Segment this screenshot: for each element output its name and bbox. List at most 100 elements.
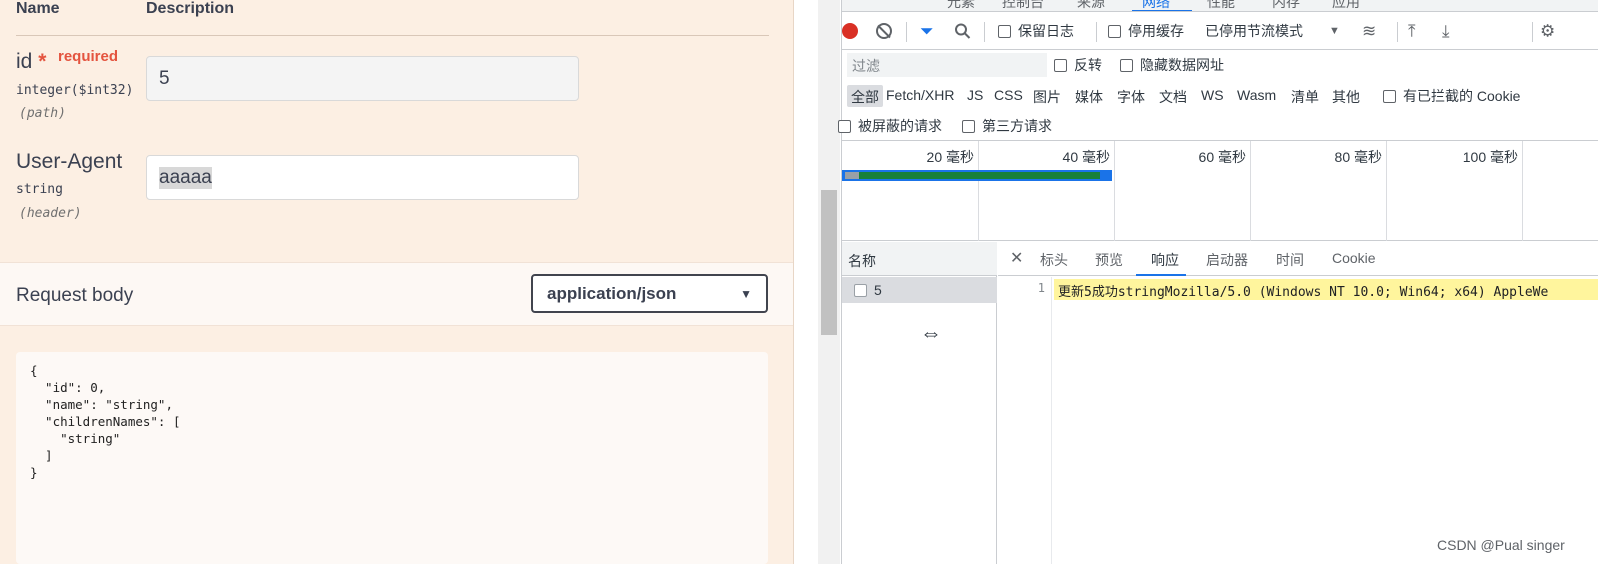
type-filter-media[interactable]: 媒体 bbox=[1071, 85, 1107, 107]
tab-initiator[interactable]: 启动器 bbox=[1206, 250, 1248, 270]
document-icon bbox=[854, 283, 867, 297]
scrollbar-thumb[interactable] bbox=[821, 190, 837, 335]
timeline-label: 60 毫秒 bbox=[1198, 149, 1246, 165]
network-conditions-button[interactable]: ≋ bbox=[1362, 23, 1376, 40]
id-input[interactable]: 5 bbox=[146, 56, 579, 101]
request-body-label: Request body bbox=[16, 285, 134, 306]
param-id-type: integer($int32) bbox=[16, 83, 134, 98]
chevron-down-icon: ▼ bbox=[740, 286, 752, 301]
user-agent-input-value: aaaaa bbox=[159, 166, 212, 189]
id-input-value: 5 bbox=[159, 67, 170, 89]
required-star: * bbox=[38, 50, 47, 73]
column-header-name[interactable]: 名称 bbox=[842, 242, 997, 276]
filter-input[interactable]: 过滤 bbox=[847, 53, 1047, 77]
upload-icon: ⤒ bbox=[1408, 21, 1416, 41]
request-name: 5 bbox=[874, 282, 882, 298]
timeline-request-bar bbox=[842, 170, 1112, 181]
tab-performance[interactable]: 性能 bbox=[1207, 0, 1235, 11]
wifi-settings-icon: ≋ bbox=[1362, 21, 1377, 41]
type-filter-js[interactable]: JS bbox=[963, 85, 987, 107]
param-user-agent-name: User-Agent bbox=[16, 150, 123, 173]
tab-elements[interactable]: 元素 bbox=[947, 0, 975, 11]
timeline-label: 100 毫秒 bbox=[1462, 149, 1518, 165]
content-type-value: application/json bbox=[547, 283, 677, 303]
tab-application[interactable]: 应用 bbox=[1332, 0, 1360, 11]
type-filter-doc[interactable]: 文档 bbox=[1155, 85, 1191, 107]
throttling-select[interactable]: 已停用节流模式 ▼ bbox=[1205, 21, 1340, 41]
close-icon[interactable]: ✕ bbox=[1010, 248, 1023, 268]
checkbox bbox=[998, 24, 1011, 38]
timeline-wait-segment bbox=[845, 172, 859, 179]
resource-type-filters: 全部 Fetch/XHR JS CSS 图片 媒体 字体 文档 WS Wasm … bbox=[842, 80, 1598, 111]
hide-data-urls-checkbox[interactable]: 隐藏数据网址 bbox=[1120, 55, 1224, 75]
type-filter-font[interactable]: 字体 bbox=[1113, 85, 1149, 107]
search-icon bbox=[955, 23, 971, 39]
blocked-requests-checkbox[interactable]: 被屏蔽的请求 bbox=[838, 116, 942, 136]
toolbar-separator bbox=[1532, 22, 1533, 42]
swagger-panel: Name Description id * required integer($… bbox=[0, 0, 794, 564]
blocked-requests-label: 被屏蔽的请求 bbox=[858, 118, 942, 134]
tab-console[interactable]: 控制台 bbox=[1002, 0, 1044, 11]
clear-button[interactable] bbox=[876, 23, 892, 39]
param-user-agent-location: (header) bbox=[19, 206, 82, 221]
type-filter-ws[interactable]: WS bbox=[1197, 85, 1228, 107]
checkbox bbox=[1383, 89, 1396, 103]
line-number: 1 bbox=[1037, 281, 1045, 295]
network-toolbar: ⏷ 保留日志 停用缓存 已停用节流模式 ▼ ≋ ⤒ ⤓ ⚙ bbox=[842, 13, 1598, 50]
detail-tab-bar: ✕ 标头 预览 响应 启动器 时间 Cookie bbox=[998, 242, 1598, 276]
type-filter-img[interactable]: 图片 bbox=[1029, 85, 1065, 107]
extra-filter-row: 被屏蔽的请求 第三方请求 bbox=[838, 111, 1598, 141]
tab-sources[interactable]: 来源 bbox=[1077, 0, 1105, 11]
toolbar-separator bbox=[906, 22, 907, 42]
line-number-gutter: 1 bbox=[998, 277, 1052, 564]
page-scrollbar[interactable] bbox=[818, 0, 840, 564]
column-header-name: Name bbox=[16, 0, 60, 17]
blocked-cookies-label: 有已拦截的 Cookie bbox=[1403, 88, 1521, 104]
type-filter-other[interactable]: 其他 bbox=[1328, 85, 1364, 107]
filter-toggle-button[interactable]: ⏷ bbox=[920, 23, 934, 40]
import-har-button[interactable]: ⤒ bbox=[1408, 23, 1416, 40]
tab-cookies[interactable]: Cookie bbox=[1332, 250, 1376, 266]
export-har-button[interactable]: ⤓ bbox=[1442, 23, 1450, 40]
checkbox bbox=[838, 119, 851, 133]
third-party-checkbox[interactable]: 第三方请求 bbox=[962, 116, 1052, 136]
response-body-line[interactable]: 更新5成功stringMozilla/5.0 (Windows NT 10.0;… bbox=[1054, 279, 1598, 300]
type-filter-fetch-xhr[interactable]: Fetch/XHR bbox=[882, 85, 958, 107]
user-agent-input[interactable]: aaaaa bbox=[146, 155, 579, 200]
search-button[interactable] bbox=[954, 23, 971, 40]
request-row[interactable]: 5 bbox=[842, 277, 997, 303]
timeline-label: 20 毫秒 bbox=[926, 149, 974, 165]
record-button[interactable] bbox=[842, 23, 858, 39]
param-name: id bbox=[16, 50, 33, 73]
type-filter-wasm[interactable]: Wasm bbox=[1233, 85, 1280, 107]
request-body-code: { "id": 0, "name": "string", "childrenNa… bbox=[30, 363, 181, 480]
type-filter-css[interactable]: CSS bbox=[990, 85, 1027, 107]
devtools-panel: 元素 控制台 来源 网络 性能 内存 应用 ⏷ 保留日志 停用缓存 已停用节流模… bbox=[838, 0, 1598, 564]
content-type-select[interactable]: application/json ▼ bbox=[531, 274, 768, 313]
network-overview-timeline[interactable]: 20 毫秒 40 毫秒 60 毫秒 80 毫秒 100 毫秒 bbox=[842, 141, 1598, 241]
tab-preview[interactable]: 预览 bbox=[1095, 250, 1123, 270]
active-tab-indicator bbox=[1136, 274, 1186, 276]
tab-headers[interactable]: 标头 bbox=[1040, 250, 1068, 270]
tab-response[interactable]: 响应 bbox=[1151, 250, 1179, 270]
preserve-log-checkbox[interactable]: 保留日志 bbox=[998, 21, 1074, 41]
blocked-cookies-checkbox[interactable]: 有已拦截的 Cookie bbox=[1383, 86, 1520, 106]
network-settings-button[interactable]: ⚙ bbox=[1540, 23, 1555, 40]
request-body-example[interactable]: { "id": 0, "name": "string", "childrenNa… bbox=[16, 352, 768, 564]
timeline-gridline bbox=[1522, 141, 1523, 241]
invert-checkbox[interactable]: 反转 bbox=[1054, 55, 1102, 75]
type-filter-all[interactable]: 全部 bbox=[847, 85, 883, 107]
tab-timing[interactable]: 时间 bbox=[1276, 250, 1304, 270]
type-filter-manifest[interactable]: 清单 bbox=[1287, 85, 1323, 107]
watermark: CSDN @Pual singer bbox=[1437, 537, 1565, 553]
required-label: required bbox=[58, 48, 119, 65]
param-user-agent-type: string bbox=[16, 182, 63, 197]
request-detail-pane: ✕ 标头 预览 响应 启动器 时间 Cookie 1 更新5成功stringMo… bbox=[998, 242, 1598, 564]
resize-cursor-icon: ⇔ bbox=[920, 320, 942, 345]
filter-icon: ⏷ bbox=[920, 21, 934, 41]
disable-cache-checkbox[interactable]: 停用缓存 bbox=[1108, 21, 1184, 41]
tab-memory[interactable]: 内存 bbox=[1272, 0, 1300, 11]
checkbox bbox=[962, 119, 975, 133]
timeline-gridline bbox=[978, 141, 979, 241]
preserve-log-label: 保留日志 bbox=[1018, 23, 1074, 39]
